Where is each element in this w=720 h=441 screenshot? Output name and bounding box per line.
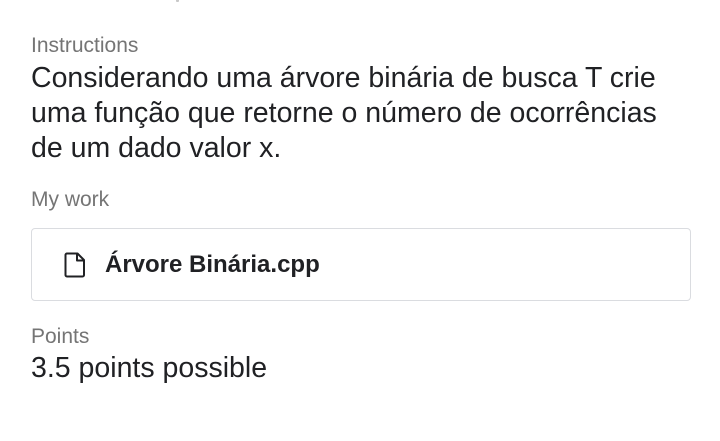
points-value: 3.5 points possible: [31, 352, 268, 384]
file-icon: [63, 251, 87, 279]
instructions-text: Considerando uma árvore binária de busca…: [31, 62, 657, 164]
my-work-label: My work: [31, 188, 110, 211]
points-label: Points: [31, 325, 90, 348]
attachment-file-name: Árvore Binária.cpp: [105, 250, 320, 278]
assignment-details: Instructions Considerando uma árvore bin…: [0, 0, 720, 441]
attachment-card[interactable]: Árvore Binária.cpp: [31, 228, 691, 301]
divider-fragment: [176, 0, 179, 2]
instructions-label: Instructions: [31, 34, 139, 57]
